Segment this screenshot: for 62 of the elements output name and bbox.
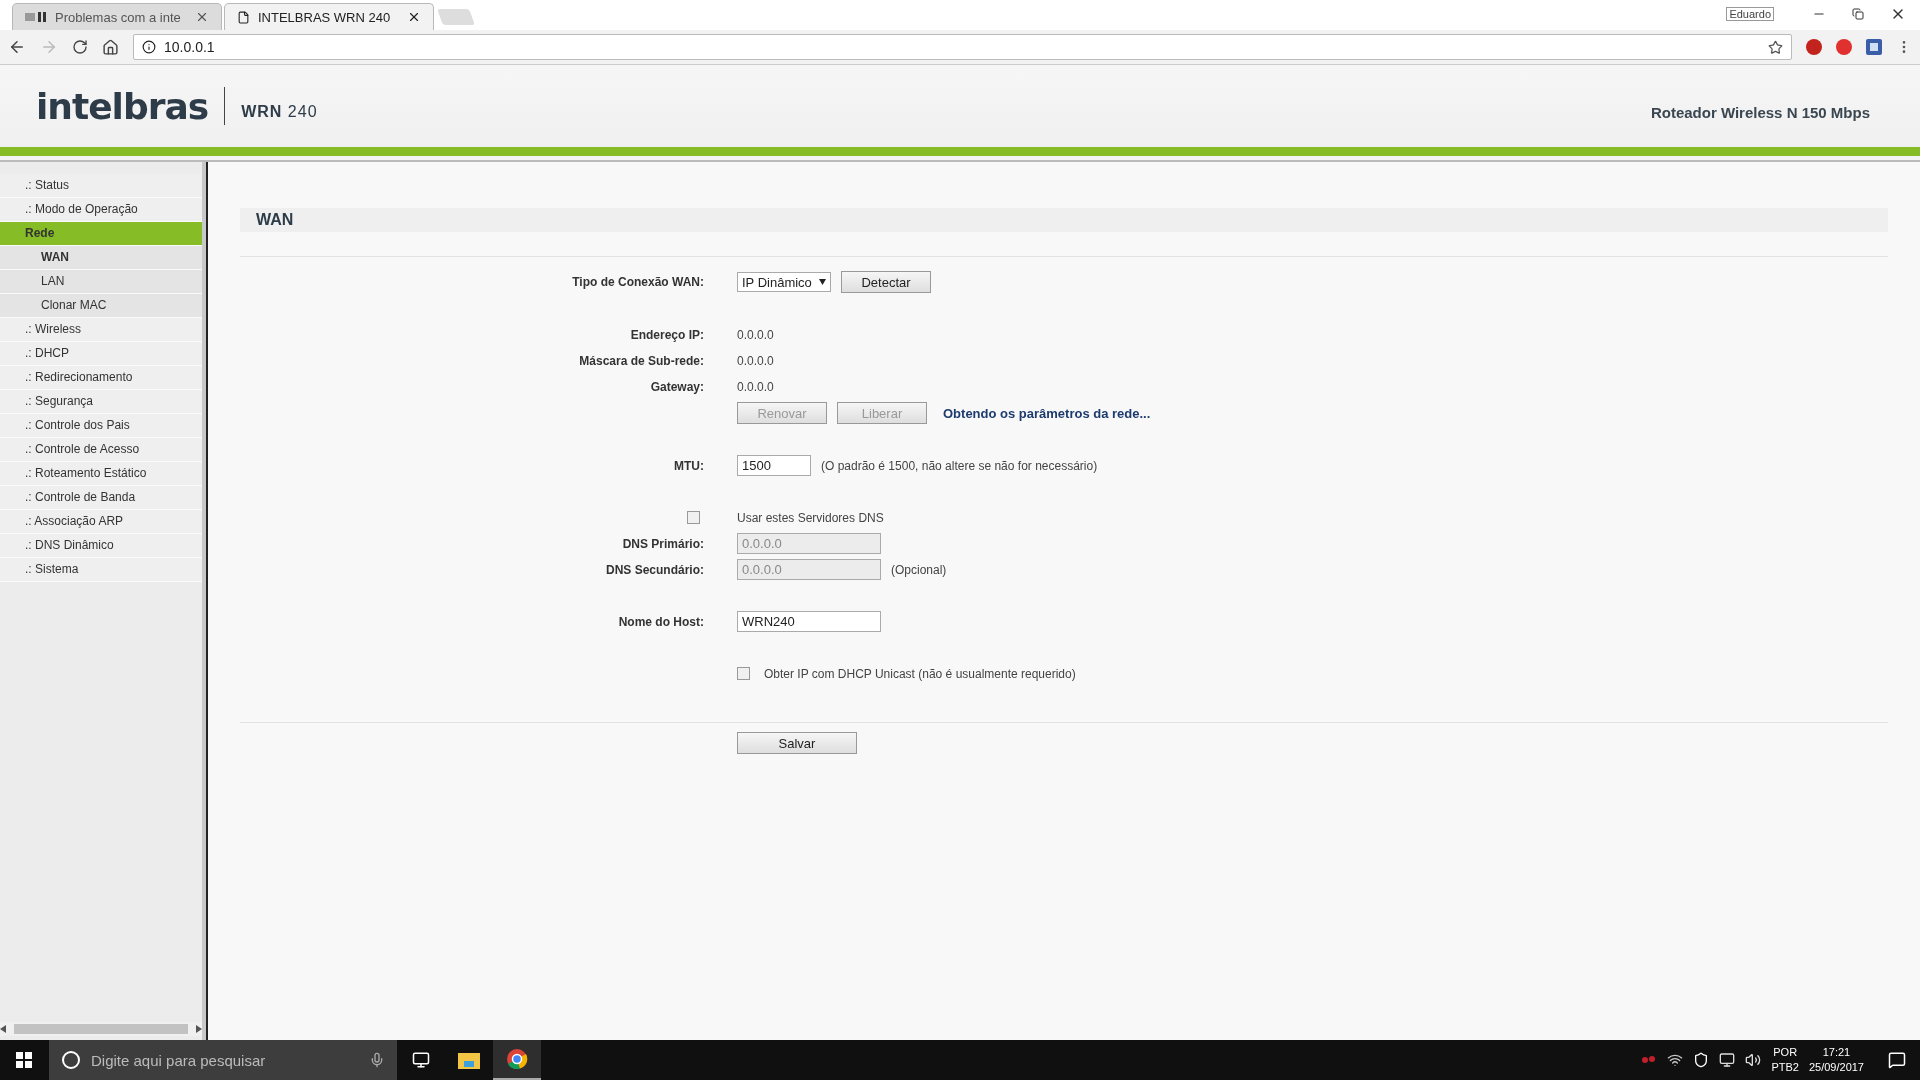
detect-button[interactable]: Detectar (841, 271, 931, 293)
checkbox-label: Obter IP com DHCP Unicast (não é usualmente requerido) (764, 666, 1076, 681)
save-button[interactable]: Salvar (737, 732, 857, 754)
back-icon[interactable] (8, 38, 26, 56)
checkbox[interactable] (737, 667, 750, 680)
scroll-right-icon[interactable] (196, 1025, 202, 1033)
notifications-icon[interactable] (1888, 1051, 1906, 1069)
sidebar-item[interactable]: Rede (0, 222, 202, 246)
browser-icon[interactable] (493, 1040, 541, 1080)
model-name: WRN 240 (241, 103, 318, 121)
field-hint: (O padrão é 1500, não altere se não for necessário) (821, 458, 1098, 473)
restore-icon[interactable] (1852, 8, 1864, 20)
sidebar-subitem[interactable]: LAN (0, 270, 202, 294)
field-label: DNS Primário: (621, 536, 704, 551)
tray-app-icon[interactable] (1641, 1054, 1658, 1066)
checkbox-label: Usar estes Servidores DNS (737, 510, 884, 525)
field-value: 0.0.0.0 (737, 327, 774, 342)
home-icon[interactable] (102, 38, 119, 56)
field-label: Nome do Host: (617, 614, 704, 629)
site-icon (25, 11, 47, 23)
profile-name[interactable]: Eduardo (1726, 7, 1774, 21)
caret-icon (819, 279, 826, 285)
close-icon[interactable] (407, 10, 421, 24)
network-icon[interactable] (1667, 1052, 1684, 1068)
tab-title: Problemas com a inte (55, 9, 182, 25)
connection-type-dropdown[interactable]: IP Dinâmico (737, 272, 831, 292)
field-hint: (Opcional) (891, 562, 947, 577)
page-icon (237, 10, 250, 24)
checkbox[interactable] (687, 511, 700, 524)
search-field[interactable]: Digite aqui para pesquisar (49, 1040, 397, 1080)
browser-tab[interactable]: INTELBRAS WRN 240 (224, 3, 434, 30)
volume-icon[interactable] (1745, 1052, 1762, 1068)
clock[interactable]: 17:21 25/09/2017 (1808, 1045, 1864, 1075)
sidebar-subitem[interactable]: Clonar MAC (0, 294, 202, 318)
section-title: WAN (240, 208, 1888, 232)
field-label: Tipo de Conexão WAN: (571, 275, 704, 289)
tab-title: INTELBRAS WRN 240 (258, 9, 392, 25)
product-subtitle: Roteador Wireless N 150 Mbps (1650, 103, 1870, 121)
circle-icon (61, 1050, 81, 1070)
field-label: Máscara de Sub-rede: (578, 353, 704, 368)
status-message: Obtendo os parâmetros da rede... (943, 405, 1151, 421)
field-value: 0.0.0.0 (737, 353, 774, 368)
scroll-left-icon[interactable] (0, 1025, 6, 1033)
input-field[interactable]: WRN240 (737, 611, 881, 632)
horizontal-scrollbar[interactable] (0, 1022, 202, 1036)
field-value: 0.0.0.0 (737, 379, 774, 394)
field-label: MTU: (673, 458, 704, 473)
input-field[interactable]: 1500 (737, 455, 811, 476)
sidebar-subitem[interactable]: WAN (0, 246, 202, 270)
field-label: DNS Secundário: (605, 562, 704, 577)
reload-icon[interactable] (72, 39, 88, 55)
shield-icon[interactable] (1693, 1052, 1710, 1068)
browser-tab[interactable]: Problemas com a inte (12, 3, 222, 30)
address-bar[interactable]: 10.0.0.1 (133, 34, 1792, 60)
brand-logo: intelbras (36, 85, 209, 127)
field-label: Endereço IP: (629, 327, 704, 342)
microphone-icon[interactable] (369, 1052, 385, 1068)
field-label: Gateway: (649, 379, 704, 394)
info-icon (142, 40, 156, 54)
puzzle-icon[interactable] (1866, 39, 1882, 55)
star-icon[interactable] (1768, 39, 1783, 55)
language-indicator[interactable]: POR PTB2 (1771, 1045, 1799, 1075)
